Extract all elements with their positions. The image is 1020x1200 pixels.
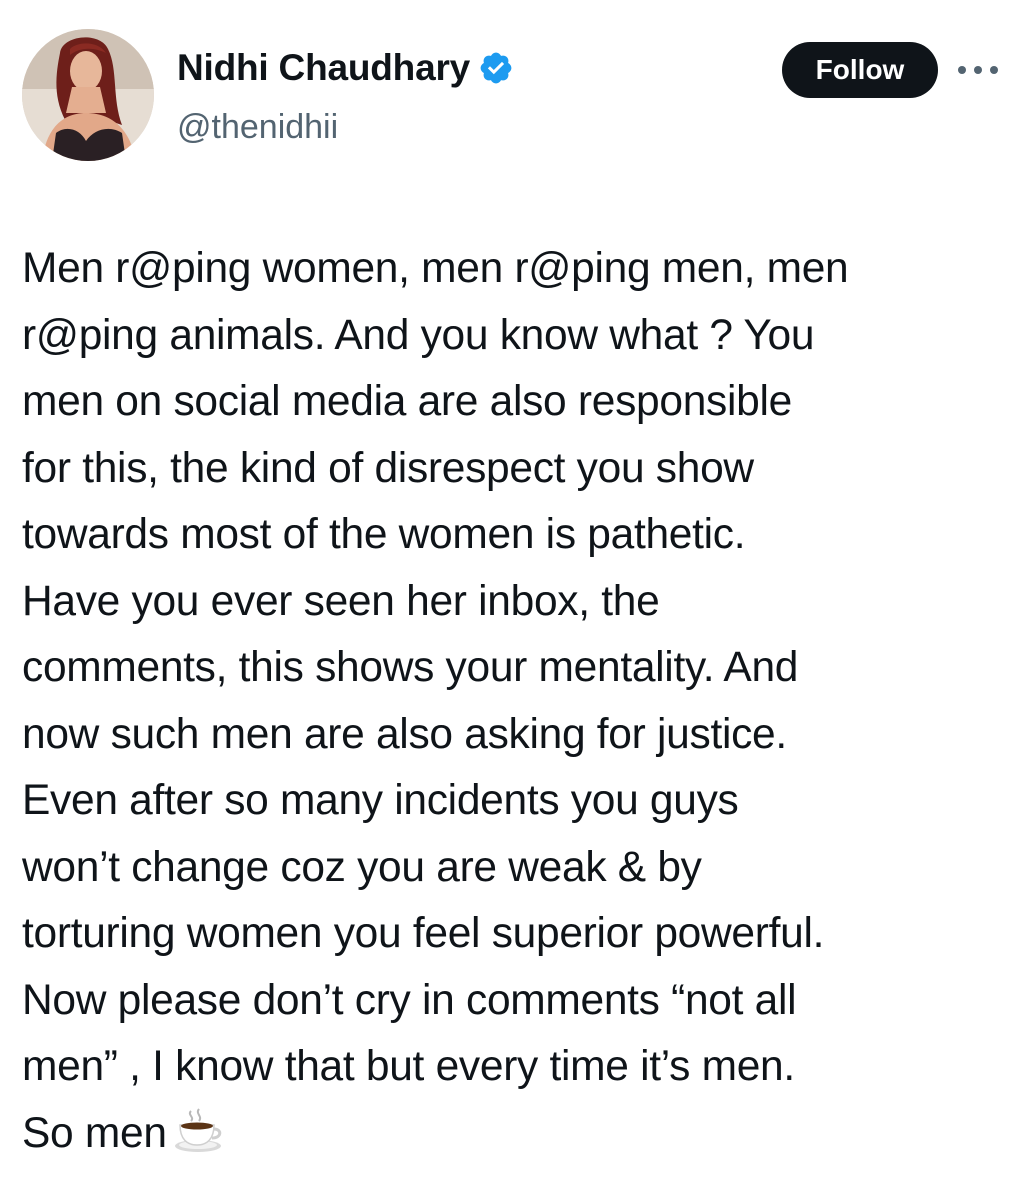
avatar[interactable]: [22, 29, 154, 161]
tweet-line: r@ping animals. And you know what ? You: [22, 311, 815, 359]
tweet-line: Men r@ping women, men r@ping men, men: [22, 245, 849, 292]
author-name-row: Nidhi Chaudhary: [177, 46, 514, 90]
display-name[interactable]: Nidhi Chaudhary: [177, 46, 470, 90]
hot-beverage-icon: [173, 1107, 223, 1153]
tweet-line: for this, the kind of disrespect you sho…: [22, 444, 754, 492]
follow-button[interactable]: Follow: [782, 42, 938, 98]
tweet-last-line: So men: [22, 1101, 1002, 1168]
tweet-line: men on social media are also responsible: [22, 378, 792, 425]
tweet-line: towards most of the women is pathetic.: [22, 511, 746, 558]
tweet-line: men” , I know that but every time it’s m…: [22, 1043, 795, 1090]
tweet-line: Even after so many incidents you guys: [22, 777, 739, 824]
more-dot: [990, 66, 998, 74]
more-dot: [958, 66, 966, 74]
tweet-card: Nidhi Chaudhary @thenidhii Follow Men r@…: [0, 0, 1020, 1200]
tweet-line: comments, this shows your mentality. And: [22, 644, 799, 691]
tweet-line: Have you ever seen her inbox, the: [22, 577, 660, 625]
tweet-line: So men: [22, 1109, 167, 1157]
tweet-line: torturing women you feel superior powerf…: [22, 910, 825, 957]
tweet-line: won’t change coz you are weak & by: [22, 843, 702, 891]
tweet-line: Now please don’t cry in comments “not al…: [22, 976, 797, 1024]
tweet-line: now such men are also asking for justice…: [22, 710, 787, 758]
more-horizontal-icon[interactable]: [958, 58, 998, 82]
tweet-text: Men r@ping women, men r@ping men, men r@…: [22, 236, 1002, 1167]
avatar-image: [22, 29, 154, 161]
verified-badge-icon: [478, 50, 514, 86]
more-dot: [974, 66, 982, 74]
author-handle[interactable]: @thenidhii: [177, 105, 338, 149]
